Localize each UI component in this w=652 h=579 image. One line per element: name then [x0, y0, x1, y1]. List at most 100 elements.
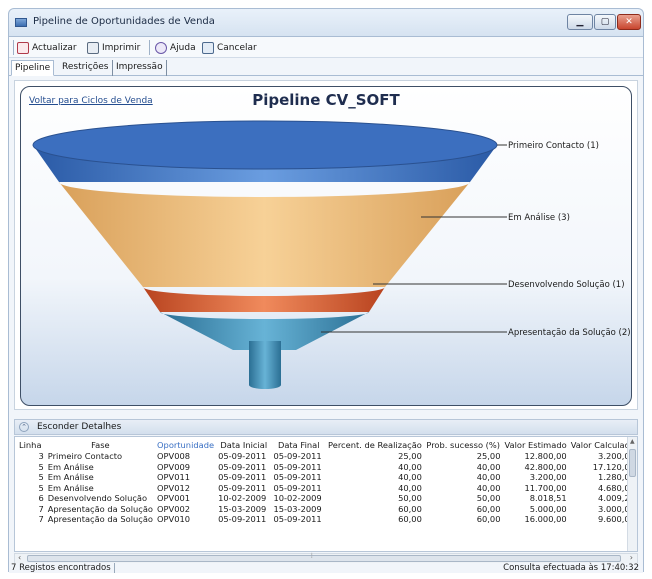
cell-valor-estimado: 16.000,00	[524, 514, 567, 525]
col-header-percent-realizacao[interactable]: Percent. de Realização	[326, 439, 424, 451]
col-header-oportunidade[interactable]: Oportunidade	[155, 439, 216, 451]
cell-data-final: 05-09-2011	[273, 461, 322, 472]
cell-data-final: 05-09-2011	[273, 451, 322, 462]
cell-valor-estimado: 42.800,00	[524, 461, 567, 472]
cell-prob-sucesso: 25,00	[476, 451, 501, 462]
cell-valor-estimado: 3.200,00	[529, 472, 567, 483]
cell-prob-sucesso: 40,00	[476, 482, 501, 493]
query-time-status: Consulta efectuada às 17:40:32	[503, 563, 639, 573]
cell-data-inicial: 05-09-2011	[218, 514, 267, 525]
chart-panel: Voltar para Ciclos de Venda Pipeline CV_…	[14, 80, 638, 410]
cell-data-inicial: 05-09-2011	[218, 482, 267, 493]
table-row[interactable]: 5 Em Análise OPV011 05-09-2011 05-09-201…	[17, 472, 637, 483]
col-header-prob-sucesso[interactable]: Prob. sucesso (%)	[424, 439, 503, 451]
help-icon	[155, 41, 167, 54]
hide-details-toggle[interactable]: ⌃ Esconder Detalhes	[14, 419, 638, 435]
cell-fase: Apresentação da Solução	[47, 503, 154, 514]
cell-oportunidade: OPV008	[157, 451, 191, 462]
toolbar-separator	[149, 40, 150, 55]
cell-linha: 5	[38, 472, 44, 483]
chart-frame: Voltar para Ciclos de Venda Pipeline CV_…	[20, 86, 632, 406]
col-header-valor-estimado[interactable]: Valor Estimado	[502, 439, 568, 451]
vertical-scroll-thumb[interactable]	[629, 449, 636, 477]
cell-data-inicial: 05-09-2011	[218, 451, 267, 462]
table-header-row: Linha Fase Oportunidade Data Inicial Dat…	[17, 439, 637, 451]
table-row[interactable]: 5 Em Análise OPV012 05-09-2011 05-09-201…	[17, 483, 637, 494]
refresh-button[interactable]: Actualizar	[17, 40, 77, 55]
app-icon	[15, 18, 27, 27]
cell-percent-realizacao: 60,00	[398, 503, 422, 514]
details-grid[interactable]: Linha Fase Oportunidade Data Inicial Dat…	[14, 436, 638, 552]
cell-valor-estimado: 8.018,51	[529, 493, 567, 504]
tab-bar: Pipeline Restrições Impressão	[9, 58, 643, 76]
scroll-up-icon[interactable]: ▲	[630, 438, 635, 445]
help-button[interactable]: Ajuda	[155, 40, 196, 55]
scroll-right-icon[interactable]: ›	[630, 553, 633, 562]
cell-data-final: 05-09-2011	[273, 514, 322, 525]
cell-data-inicial: 15-03-2009	[218, 503, 267, 514]
cell-valor-estimado: 5.000,00	[529, 503, 567, 514]
cell-data-final: 05-09-2011	[273, 482, 322, 493]
table-row[interactable]: 6 Desenvolvendo Solução OPV001 10-02-200…	[17, 493, 637, 504]
stage-label-desenvolvendo-solucao: Desenvolvendo Solução (1)	[508, 280, 625, 290]
maximize-button[interactable]: ▢	[594, 14, 616, 30]
cell-prob-sucesso: 50,00	[476, 493, 501, 504]
table-row[interactable]: 7 Apresentação da Solução OPV002 15-03-2…	[17, 504, 637, 515]
cell-linha: 5	[38, 482, 44, 493]
print-button[interactable]: Imprimir	[87, 40, 140, 55]
scroll-left-icon[interactable]: ‹	[18, 553, 21, 562]
tab-restricoes[interactable]: Restrições	[59, 60, 113, 76]
cell-percent-realizacao: 40,00	[398, 472, 422, 483]
table-row[interactable]: 3 Primeiro Contacto OPV008 05-09-2011 05…	[17, 451, 637, 462]
cell-valor-estimado: 11.700,00	[524, 482, 567, 493]
cell-oportunidade: OPV011	[157, 472, 191, 483]
cell-data-inicial: 05-09-2011	[218, 472, 267, 483]
tab-pipeline[interactable]: Pipeline	[11, 60, 55, 76]
printer-icon	[87, 41, 99, 54]
print-label: Imprimir	[102, 42, 141, 53]
cell-data-final: 10-02-2009	[273, 493, 322, 504]
cell-oportunidade: OPV010	[157, 514, 191, 525]
funnel-top-rim	[32, 120, 498, 170]
cell-valor-estimado: 12.800,00	[524, 451, 567, 462]
details-table: Linha Fase Oportunidade Data Inicial Dat…	[17, 439, 637, 525]
funnel-stage-desenvolvendo-solucao	[143, 287, 385, 312]
cell-fase: Desenvolvendo Solução	[47, 493, 148, 504]
cell-prob-sucesso: 40,00	[476, 472, 501, 483]
cell-oportunidade: OPV009	[157, 461, 191, 472]
record-count-status: 7 Registos encontrados	[11, 563, 115, 573]
col-header-data-inicial[interactable]: Data Inicial	[216, 439, 271, 451]
cell-fase: Em Análise	[47, 472, 94, 483]
cell-prob-sucesso: 60,00	[476, 514, 501, 525]
cancel-button[interactable]: Cancelar	[202, 40, 257, 55]
refresh-label: Actualizar	[32, 42, 77, 53]
minimize-button[interactable]: ▁	[567, 14, 593, 30]
funnel-chart: Primeiro Contacto (1) Em Análise (3) Des…	[32, 120, 631, 389]
cancel-icon	[202, 41, 214, 54]
cell-percent-realizacao: 40,00	[398, 482, 422, 493]
cancel-label: Cancelar	[217, 42, 257, 53]
horizontal-scroll-thumb[interactable]	[27, 555, 621, 562]
cell-linha: 7	[38, 514, 44, 525]
cell-percent-realizacao: 50,00	[398, 493, 422, 504]
window-title: Pipeline de Oportunidades de Venda	[33, 16, 215, 27]
stage-label-em-analise: Em Análise (3)	[508, 213, 570, 223]
col-header-linha[interactable]: Linha	[17, 439, 46, 451]
cell-prob-sucesso: 60,00	[476, 503, 501, 514]
table-row[interactable]: 5 Em Análise OPV009 05-09-2011 05-09-201…	[17, 462, 637, 473]
vertical-scrollbar[interactable]: ▲	[627, 437, 637, 551]
cell-data-final: 15-03-2009	[273, 503, 322, 514]
table-row[interactable]: 7 Apresentação da Solução OPV010 05-09-2…	[17, 514, 637, 525]
cell-linha: 6	[38, 493, 44, 504]
col-header-fase[interactable]: Fase	[46, 439, 155, 451]
tab-impressao[interactable]: Impressão	[113, 60, 167, 76]
cell-percent-realizacao: 40,00	[398, 461, 422, 472]
cell-prob-sucesso: 40,00	[476, 461, 501, 472]
cell-data-inicial: 05-09-2011	[218, 461, 267, 472]
toolbar-separator	[13, 40, 14, 55]
stage-label-primeiro-contacto: Primeiro Contacto (1)	[508, 141, 599, 151]
close-button[interactable]: ✕	[617, 14, 641, 30]
col-header-data-final[interactable]: Data Final	[271, 439, 326, 451]
cell-data-final: 05-09-2011	[273, 472, 322, 483]
window-body: Actualizar Imprimir Ajuda Cancelar Pipel…	[8, 36, 644, 573]
